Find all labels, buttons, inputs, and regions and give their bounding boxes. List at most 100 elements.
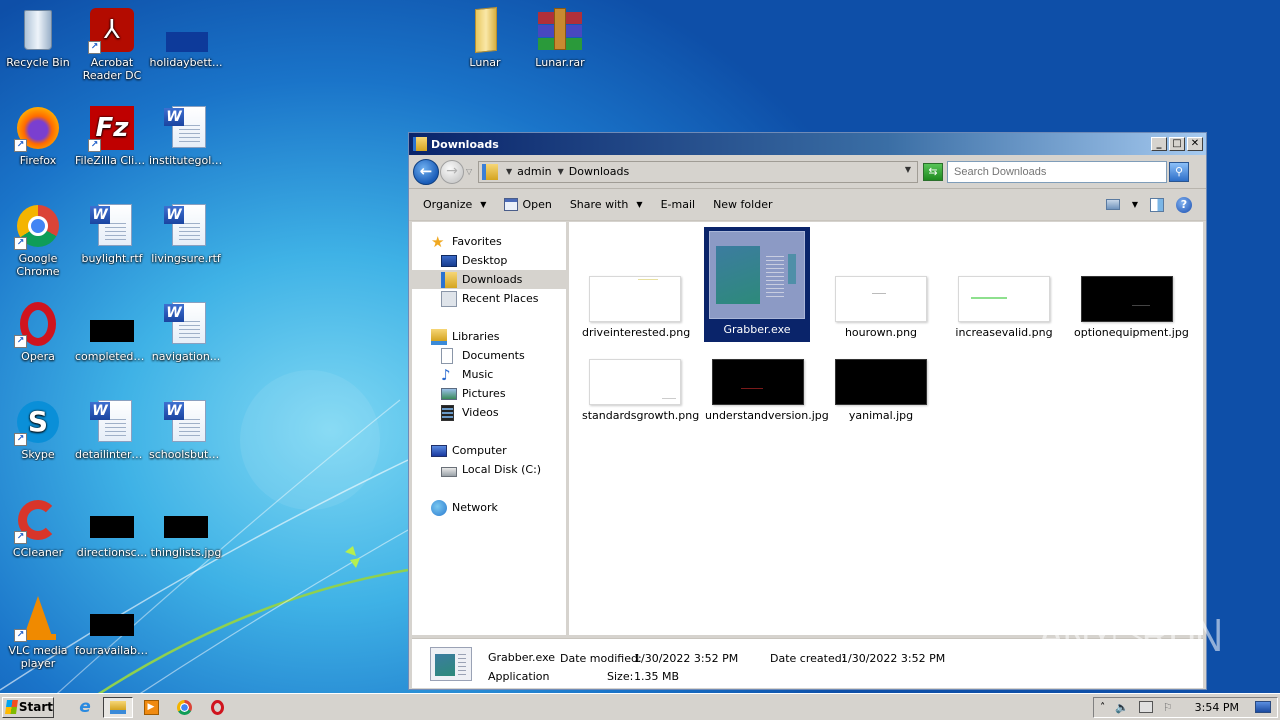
clock[interactable]: 3:54 PM [1195, 701, 1239, 714]
file-item[interactable]: standardsgrowth.png [582, 359, 699, 422]
nav-network[interactable]: Network [412, 498, 566, 517]
open-button[interactable]: Open [504, 198, 552, 211]
nav-music[interactable]: ♪ Music [412, 365, 566, 384]
maximize-button[interactable]: □ [1169, 137, 1185, 151]
file-item[interactable]: increasevalid.png [951, 276, 1057, 339]
details-date-modified: 1/30/2022 3:52 PM [634, 652, 739, 665]
nav-local-disk[interactable]: Local Disk (C:) [412, 460, 566, 479]
desktop-icon-lunar-rar[interactable]: Lunar.rar [522, 6, 598, 69]
desktop-icon-livingsure[interactable]: W livingsure.rtf [148, 202, 224, 265]
taskbar-media-player[interactable]: ▶ [136, 697, 166, 718]
desktop-icon-firefox[interactable]: ↗ Firefox [0, 104, 76, 167]
filezilla-icon: Fz ↗ [88, 104, 136, 152]
network-status-icon[interactable] [1138, 701, 1153, 713]
email-button[interactable]: E-mail [661, 198, 696, 211]
action-center-flag-icon[interactable]: ⚐ [1163, 701, 1173, 714]
file-item-selected[interactable]: Grabber.exe [704, 227, 810, 342]
show-hidden-icons-button[interactable]: ˄ [1100, 702, 1105, 713]
hard-disk-icon [441, 467, 457, 477]
address-field[interactable]: ▼ admin ▼ Downloads ▼ [478, 160, 918, 183]
file-item[interactable]: driveinterested.png [582, 276, 690, 339]
desktop-icon-institutegold[interactable]: W institutegold... [148, 104, 224, 167]
close-button[interactable]: ✕ [1187, 137, 1203, 151]
file-item[interactable]: yanimal.jpg [828, 359, 934, 422]
desktop-icon-holidaybett[interactable]: holidaybett... [148, 6, 224, 69]
vlc-icon: ↗ [14, 594, 62, 642]
nav-favorites[interactable]: ★ Favorites [412, 232, 566, 251]
breadcrumb-downloads[interactable]: Downloads [569, 165, 629, 178]
new-folder-button[interactable]: New folder [713, 198, 772, 211]
taskbar-windows-explorer[interactable] [103, 696, 133, 718]
nav-documents[interactable]: Documents [412, 346, 566, 365]
taskbar-internet-explorer[interactable]: e [70, 697, 100, 718]
desktop-icon-navigation[interactable]: W navigation... [148, 300, 224, 363]
search-input[interactable] [947, 160, 1167, 183]
share-with-button[interactable]: Share with ▼ [570, 198, 643, 211]
word-document-icon: W [162, 202, 210, 250]
address-bar-row: ← → ▽ ▼ admin ▼ Downloads ▼ ⇆ ⚲ [409, 155, 1206, 189]
nav-desktop[interactable]: Desktop [412, 251, 566, 270]
breadcrumb-arrow-icon[interactable]: ▼ [558, 167, 564, 176]
nav-downloads[interactable]: Downloads [412, 270, 566, 289]
search-icon[interactable]: ⚲ [1169, 161, 1189, 182]
desktop-icon-acrobat-reader[interactable]: ⅄ ↗ Acrobat Reader DC [74, 6, 150, 82]
refresh-button[interactable]: ⇆ [923, 162, 943, 181]
preview-pane-icon[interactable] [1150, 197, 1164, 212]
desktop-icon-skype[interactable]: S ↗ Skype [0, 398, 76, 461]
address-history-dropdown[interactable]: ▼ [905, 165, 911, 174]
chevron-down-icon: ▼ [636, 200, 643, 209]
forward-button[interactable]: → [440, 159, 464, 184]
desktop-icon-detailinteres[interactable]: W detailinteres... [74, 398, 150, 461]
change-view-icon[interactable] [1105, 199, 1120, 210]
chrome-icon [176, 699, 192, 715]
desktop-icon-fouravailabil[interactable]: fouravailabil... [74, 594, 150, 657]
taskbar-chrome[interactable] [169, 697, 199, 718]
desktop-icon-completedc[interactable]: completedc... [74, 300, 150, 363]
show-desktop-button[interactable] [1255, 701, 1271, 713]
file-item[interactable]: understandversion.jpg [705, 359, 829, 422]
help-icon[interactable]: ? [1176, 196, 1192, 213]
network-icon [431, 499, 447, 516]
desktop-icon-directionsc[interactable]: directionsc... [74, 496, 150, 559]
nav-libraries[interactable]: Libraries [412, 327, 566, 346]
nav-videos[interactable]: Videos [412, 403, 566, 422]
volume-icon[interactable]: 🔈 [1115, 701, 1129, 714]
organize-button[interactable]: Organize ▼ [423, 198, 486, 211]
back-button[interactable]: ← [413, 158, 439, 185]
desktop-icon-opera[interactable]: ↗ Opera [0, 300, 76, 363]
minimize-button[interactable]: _ [1151, 137, 1167, 151]
image-file-icon [162, 6, 210, 54]
image-file-icon [88, 594, 136, 642]
desktop-icon-filezilla[interactable]: Fz ↗ FileZilla Client [74, 104, 150, 167]
desktop-icon-thinglists[interactable]: thinglists.jpg [148, 496, 224, 559]
opera-icon [210, 699, 224, 715]
nav-pictures[interactable]: Pictures [412, 384, 566, 403]
desktop-icon-chrome[interactable]: ↗ Google Chrome [0, 202, 76, 278]
details-date-created: 1/30/2022 3:52 PM [841, 652, 946, 665]
start-button[interactable]: Start [2, 696, 54, 718]
taskbar-opera[interactable] [202, 697, 232, 718]
details-date-modified-label: Date modified: [560, 652, 642, 665]
libraries-icon [431, 328, 447, 345]
desktop-icon-lunar-folder[interactable]: Lunar [447, 6, 523, 69]
desktop-icon-buylight[interactable]: W buylight.rtf [74, 202, 150, 265]
breadcrumb-arrow-icon[interactable]: ▼ [506, 167, 512, 176]
breadcrumb-admin[interactable]: admin [517, 165, 551, 178]
file-item[interactable]: optionequipment.jpg [1074, 276, 1189, 339]
command-bar: Organize ▼ Open Share with ▼ E-mail New fo… [409, 189, 1206, 221]
word-document-icon: W [162, 104, 210, 152]
view-options-dropdown-icon[interactable]: ▼ [1132, 200, 1138, 209]
file-item[interactable]: hourown.png [828, 276, 934, 339]
nav-computer[interactable]: Computer [412, 441, 566, 460]
window-titlebar[interactable]: Downloads _ □ ✕ [409, 133, 1206, 155]
nav-recent-places[interactable]: Recent Places [412, 289, 566, 308]
recent-pages-dropdown[interactable]: ▽ [466, 167, 476, 176]
firefox-icon: ↗ [14, 104, 62, 152]
desktop-icon-schoolsbutt[interactable]: W schoolsbutt... [148, 398, 224, 461]
word-document-icon: W [88, 398, 136, 446]
desktop-icon-ccleaner[interactable]: ↗ CCleaner [0, 496, 76, 559]
desktop-icon-vlc[interactable]: ↗ VLC media player [0, 594, 76, 670]
desktop-icon-recycle-bin[interactable]: Recycle Bin [0, 6, 76, 69]
star-icon: ★ [431, 232, 445, 251]
image-thumbnail [589, 276, 681, 322]
